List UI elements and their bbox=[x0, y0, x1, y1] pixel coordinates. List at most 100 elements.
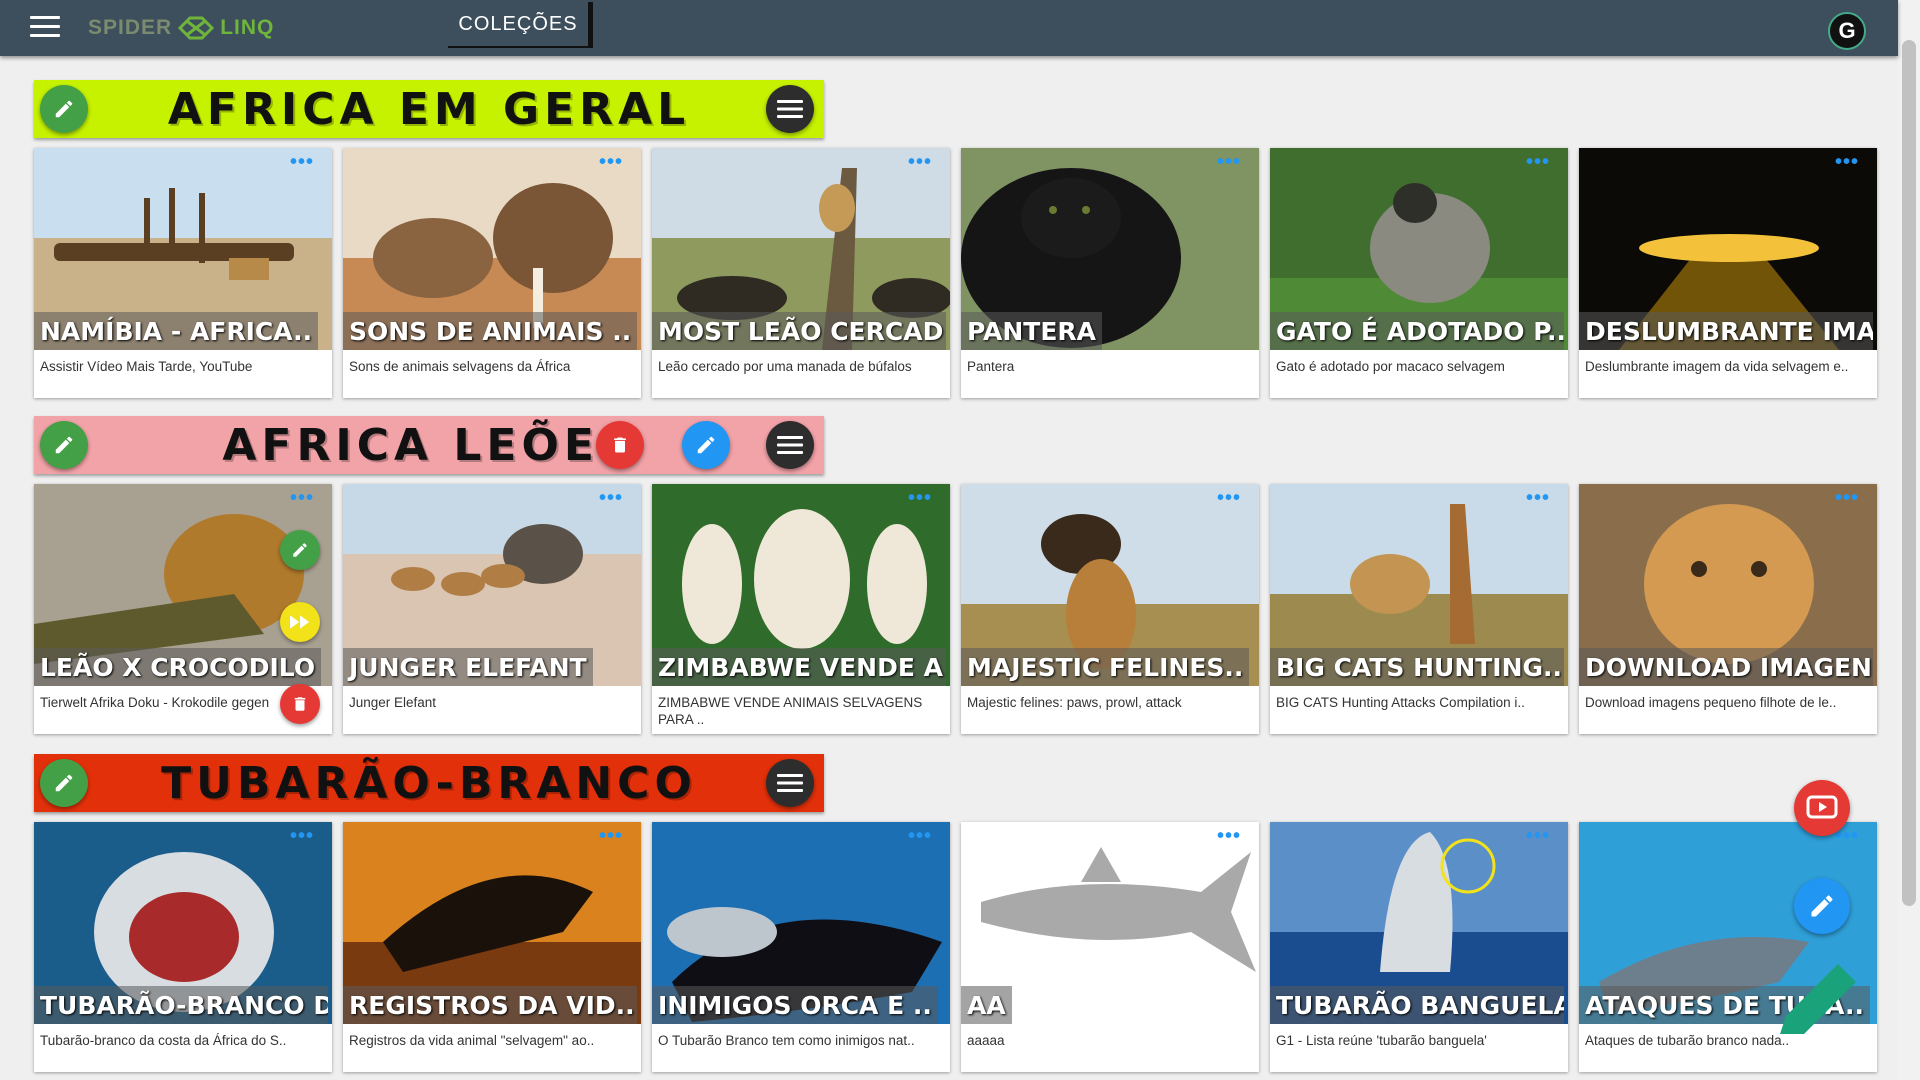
more-options-icon[interactable]: ••• bbox=[1217, 826, 1241, 846]
more-options-icon[interactable]: ••• bbox=[1526, 152, 1550, 172]
delete-collection-button[interactable] bbox=[596, 421, 644, 469]
spiderlinq-logo[interactable]: SPIDER LINQ bbox=[88, 8, 274, 48]
card-thumbnail: ••• DOWNLOAD IMAGENS.. bbox=[1579, 484, 1877, 686]
link-card[interactable]: ••• DESLUMBRANTE IMA.. Deslumbrante imag… bbox=[1579, 148, 1877, 398]
more-options-icon[interactable]: ••• bbox=[1835, 152, 1859, 172]
card-thumbnail: ••• TUBARÃO BANGUELA bbox=[1270, 822, 1568, 1024]
more-options-icon[interactable]: ••• bbox=[1835, 826, 1859, 846]
card-thumbnail: ••• AA bbox=[961, 822, 1259, 1024]
card-title: INIMIGOS ORCA E .. bbox=[652, 986, 938, 1024]
edit-collection-button[interactable] bbox=[40, 759, 88, 807]
card-title: MOST LEÃO CERCAD.. bbox=[652, 312, 946, 350]
collection-menu-button[interactable] bbox=[766, 759, 814, 807]
more-options-icon[interactable]: ••• bbox=[1526, 488, 1550, 508]
pencil-icon bbox=[55, 436, 73, 454]
more-options-icon[interactable]: ••• bbox=[1217, 152, 1241, 172]
hamburger-icon bbox=[777, 100, 803, 118]
youtube-button[interactable] bbox=[1794, 780, 1850, 836]
card-thumbnail: ••• INIMIGOS ORCA E .. bbox=[652, 822, 950, 1024]
more-options-icon[interactable]: ••• bbox=[1526, 826, 1550, 846]
link-card[interactable]: ••• REGISTROS DA VID.. Registros da vida… bbox=[343, 822, 641, 1072]
card-thumbnail: ••• DESLUMBRANTE IMA.. bbox=[1579, 148, 1877, 350]
hamburger-icon bbox=[777, 774, 803, 792]
card-description: ZIMBABWE VENDE ANIMAIS SELVAGENS PARA .. bbox=[658, 695, 923, 727]
card-title: DESLUMBRANTE IMA.. bbox=[1579, 312, 1873, 350]
pencil-icon bbox=[293, 543, 307, 557]
card-description: G1 - Lista reúne 'tubarão banguela' bbox=[1276, 1033, 1487, 1048]
fast-forward-icon bbox=[290, 615, 310, 629]
hamburger-icon bbox=[777, 436, 803, 454]
scrollbar-thumb[interactable] bbox=[1902, 40, 1916, 906]
card-title: PANTERA bbox=[961, 312, 1103, 350]
trash-icon bbox=[294, 697, 306, 711]
card-title: JUNGER ELEFANT bbox=[343, 648, 593, 686]
link-card[interactable]: ••• BIG CATS HUNTING.. BIG CATS Hunting … bbox=[1270, 484, 1568, 734]
collection-title: TUBARÃO-BRANCO bbox=[161, 757, 697, 809]
collection-banner: AFRICA EM GERAL bbox=[34, 80, 824, 138]
edit-collection-button[interactable] bbox=[40, 421, 88, 469]
more-options-icon[interactable]: ••• bbox=[290, 488, 314, 508]
link-card[interactable]: ••• MAJESTIC FELINES.. Majestic felines:… bbox=[961, 484, 1259, 734]
collection-tubarao-branco: TUBARÃO-BRANCO ••• TUBARÃO-BRANCO D.. Tu… bbox=[34, 754, 1877, 1072]
more-options-icon[interactable]: ••• bbox=[599, 488, 623, 508]
hamburger-icon[interactable] bbox=[30, 16, 60, 40]
collection-title: AFRICA EM GERAL bbox=[167, 83, 691, 135]
link-card[interactable]: ••• INIMIGOS ORCA E .. O Tubarão Branco … bbox=[652, 822, 950, 1072]
card-description: Majestic felines: paws, prowl, attack bbox=[967, 695, 1182, 710]
card-thumbnail: ••• GATO É ADOTADO P.. bbox=[1270, 148, 1568, 350]
link-card[interactable]: ••• SONS DE ANIMAIS .. Sons de animais s… bbox=[343, 148, 641, 398]
account-avatar[interactable]: G bbox=[1828, 12, 1866, 50]
edit-card-button[interactable] bbox=[280, 530, 320, 570]
pencil-icon bbox=[697, 436, 715, 454]
link-card[interactable]: ••• TUBARÃO BANGUELA G1 - Lista reúne 't… bbox=[1270, 822, 1568, 1072]
collection-africa-leoes: AFRICA LEÕES ••• LEÃO X CROCODILO Tierwe… bbox=[34, 416, 1877, 734]
card-list: ••• NAMÍBIA - AFRICA.. Assistir Vídeo Ma… bbox=[34, 148, 1888, 398]
edit-collection-button[interactable] bbox=[40, 85, 88, 133]
page-scrollbar[interactable] bbox=[1898, 0, 1920, 1080]
collection-banner: AFRICA LEÕES bbox=[34, 416, 824, 474]
collection-menu-button[interactable] bbox=[766, 85, 814, 133]
spider-logo-icon bbox=[178, 16, 215, 40]
card-title: GATO É ADOTADO P.. bbox=[1270, 312, 1564, 350]
card-thumbnail: ••• LEÃO X CROCODILO bbox=[34, 484, 332, 686]
link-card[interactable]: ••• LEÃO X CROCODILO Tierwelt Afrika Dok… bbox=[34, 484, 332, 734]
more-options-icon[interactable]: ••• bbox=[290, 826, 314, 846]
link-card[interactable]: ••• TUBARÃO-BRANCO D.. Tubarão-branco da… bbox=[34, 822, 332, 1072]
link-card[interactable]: ••• ZIMBABWE VENDE A.. ZIMBABWE VENDE AN… bbox=[652, 484, 950, 734]
card-description: Leão cercado por uma manada de búfalos bbox=[658, 359, 912, 374]
card-description: Sons de animais selvagens da África bbox=[349, 359, 571, 374]
collection-menu-button[interactable] bbox=[766, 421, 814, 469]
more-options-icon[interactable]: ••• bbox=[908, 826, 932, 846]
trash-icon bbox=[614, 437, 626, 453]
fast-forward-button[interactable] bbox=[280, 602, 320, 642]
card-description: Registros da vida animal "selvagem" ao.. bbox=[349, 1033, 595, 1048]
edit-mode-button[interactable] bbox=[1794, 878, 1850, 934]
edit-title-button[interactable] bbox=[682, 421, 730, 469]
card-title: MAJESTIC FELINES.. bbox=[961, 648, 1250, 686]
link-card[interactable]: ••• MOST LEÃO CERCAD.. Leão cercado por … bbox=[652, 148, 950, 398]
link-card[interactable]: ••• AA aaaaa bbox=[961, 822, 1259, 1072]
pencil-icon bbox=[55, 100, 73, 118]
link-card[interactable]: ••• DOWNLOAD IMAGENS.. Download imagens … bbox=[1579, 484, 1877, 734]
tab-colecoes[interactable]: COLEÇÕES bbox=[448, 2, 593, 48]
link-card[interactable]: ••• NAMÍBIA - AFRICA.. Assistir Vídeo Ma… bbox=[34, 148, 332, 398]
more-options-icon[interactable]: ••• bbox=[908, 488, 932, 508]
card-description: Gato é adotado por macaco selvagem bbox=[1276, 359, 1505, 374]
more-options-icon[interactable]: ••• bbox=[599, 152, 623, 172]
card-title: AA bbox=[961, 986, 1012, 1024]
more-options-icon[interactable]: ••• bbox=[599, 826, 623, 846]
collection-title: AFRICA LEÕES bbox=[222, 419, 636, 471]
link-card[interactable]: ••• PANTERA Pantera bbox=[961, 148, 1259, 398]
more-options-icon[interactable]: ••• bbox=[1835, 488, 1859, 508]
logo-spider-text: SPIDER bbox=[88, 16, 173, 39]
card-title: NAMÍBIA - AFRICA.. bbox=[34, 312, 319, 350]
delete-card-button[interactable] bbox=[280, 684, 320, 724]
more-options-icon[interactable]: ••• bbox=[908, 152, 932, 172]
card-description: aaaaa bbox=[967, 1033, 1005, 1048]
top-app-bar: SPIDER LINQ COLEÇÕES G bbox=[0, 0, 1898, 56]
link-card[interactable]: ••• GATO É ADOTADO P.. Gato é adotado po… bbox=[1270, 148, 1568, 398]
more-options-icon[interactable]: ••• bbox=[290, 152, 314, 172]
card-thumbnail: ••• JUNGER ELEFANT bbox=[343, 484, 641, 686]
link-card[interactable]: ••• JUNGER ELEFANT Junger Elefant bbox=[343, 484, 641, 734]
more-options-icon[interactable]: ••• bbox=[1217, 488, 1241, 508]
